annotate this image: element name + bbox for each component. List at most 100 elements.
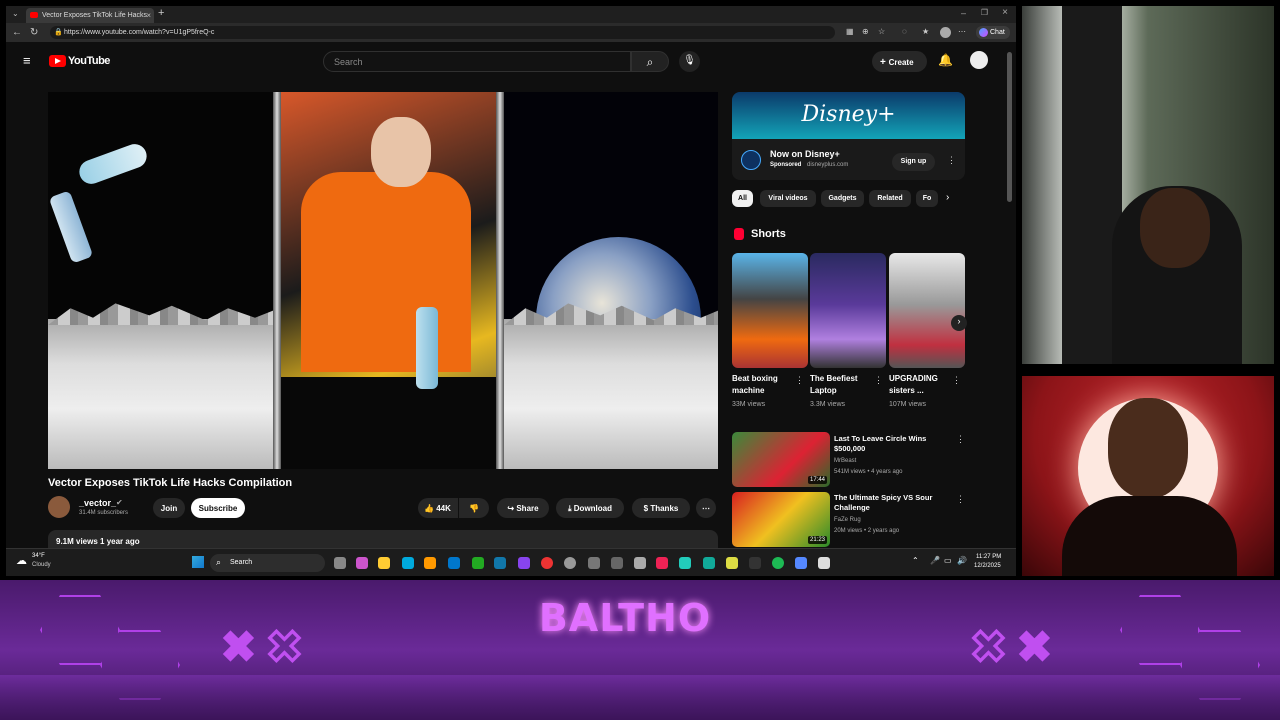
chip-more[interactable]: Fo	[916, 190, 938, 207]
microphone-tray-icon[interactable]: 🎤	[930, 556, 940, 565]
more-icon[interactable]: ⋯	[958, 27, 966, 36]
related-thumbnail-2[interactable]: 21:23	[732, 492, 830, 547]
short-menu-icon[interactable]: ⋮	[874, 375, 883, 386]
short-thumbnail-2[interactable]	[810, 253, 886, 368]
video-player[interactable]	[48, 92, 718, 469]
search-input[interactable]: Search	[323, 51, 631, 72]
chip-gadgets[interactable]: Gadgets	[821, 190, 864, 207]
network-icon[interactable]: ▭	[944, 556, 952, 565]
short-title-2[interactable]: The Beefiest Laptop	[810, 373, 874, 397]
task-view-icon[interactable]	[334, 557, 346, 569]
url-field[interactable]: 🔒 https://www.youtube.com/watch?v=U1gP5f…	[50, 26, 835, 39]
join-button[interactable]: Join	[153, 498, 185, 518]
restore-icon[interactable]: ❐	[981, 8, 988, 17]
close-window-icon[interactable]: ×	[1002, 7, 1008, 18]
refresh-icon[interactable]: ↻	[30, 27, 38, 38]
search-button[interactable]: ⌕	[631, 51, 669, 72]
app-icon[interactable]	[818, 557, 830, 569]
app-icon[interactable]	[518, 557, 530, 569]
app-icon[interactable]	[634, 557, 646, 569]
sync-icon[interactable]: ◌	[902, 27, 907, 36]
dislike-button[interactable]: 👎	[459, 498, 489, 518]
app-icon[interactable]	[356, 557, 368, 569]
minimize-icon[interactable]: –	[961, 8, 966, 18]
profile-icon[interactable]	[940, 27, 951, 38]
download-button[interactable]: ⤓ Download	[556, 498, 624, 518]
clock-date[interactable]: 12/2/2025	[974, 563, 1001, 569]
file-explorer-icon[interactable]	[378, 557, 390, 569]
create-button[interactable]: + Create	[872, 51, 927, 72]
hamburger-menu-icon[interactable]: ≡	[23, 53, 31, 68]
channel-name[interactable]: _vector_	[79, 498, 116, 508]
windows-start-icon[interactable]	[192, 556, 204, 568]
outlook-icon[interactable]	[448, 557, 460, 569]
app-icon[interactable]	[726, 557, 738, 569]
youtube-logo-text[interactable]: YouTube	[68, 55, 110, 67]
notifications-bell-icon[interactable]: 🔔	[938, 53, 953, 67]
weather-condition[interactable]: Cloudy	[32, 562, 51, 568]
short-thumbnail-1[interactable]	[732, 253, 808, 368]
short-title-3[interactable]: UPGRADING sisters ...	[889, 373, 953, 397]
new-tab-icon[interactable]: +	[158, 7, 164, 19]
app-icon[interactable]	[564, 557, 576, 569]
chip-related[interactable]: Related	[869, 190, 911, 207]
epic-games-icon[interactable]	[749, 557, 761, 569]
app-icon[interactable]	[703, 557, 715, 569]
like-button[interactable]: 👍 44K	[418, 498, 458, 518]
chips-next-icon[interactable]: ›	[946, 192, 949, 203]
channel-avatar[interactable]	[48, 496, 70, 518]
back-icon[interactable]: ←	[12, 27, 22, 38]
shorts-next-button[interactable]: ›	[951, 315, 967, 331]
related-title-2[interactable]: The Ultimate Spicy VS Sour Challenge	[834, 493, 938, 513]
tab-menu-icon[interactable]: ⌄	[12, 9, 19, 18]
chrome-icon[interactable]	[541, 557, 553, 569]
voice-search-button[interactable]: 🎙	[679, 51, 700, 72]
spotify-icon[interactable]	[772, 557, 784, 569]
chip-all[interactable]: All	[732, 190, 753, 207]
edge-icon[interactable]	[402, 557, 414, 569]
more-actions-button[interactable]: ⋯	[696, 498, 716, 518]
related-channel-1[interactable]: MrBeast	[834, 458, 856, 464]
steam-icon[interactable]	[494, 557, 506, 569]
account-avatar[interactable]	[970, 51, 988, 69]
short-menu-icon[interactable]: ⋮	[952, 375, 961, 386]
reader-icon[interactable]: ▦	[846, 27, 854, 36]
volume-icon[interactable]: 🔊	[957, 556, 967, 565]
sponsored-ad[interactable]: Disney+ Now on Disney+ Sponsored disneyp…	[732, 92, 965, 180]
related-thumbnail-1[interactable]: 17:44	[732, 432, 830, 487]
related-title-1[interactable]: Last To Leave Circle Wins $500,000	[834, 434, 938, 454]
ad-signup-button[interactable]: Sign up	[892, 153, 935, 171]
ad-menu-icon[interactable]: ⋮	[947, 155, 956, 166]
page-scrollbar[interactable]	[1007, 52, 1012, 202]
thanks-button[interactable]: $ Thanks	[632, 498, 690, 518]
chip-viral-videos[interactable]: Viral videos	[760, 190, 816, 207]
app-icon[interactable]	[588, 557, 600, 569]
youtube-logo-icon[interactable]	[49, 55, 66, 67]
copilot-chat-button[interactable]: Chat	[976, 26, 1010, 39]
ad-title[interactable]: Now on Disney+	[770, 149, 840, 159]
short-title-1[interactable]: Beat boxing machine	[732, 373, 796, 397]
weather-temp[interactable]: 34°F	[32, 553, 45, 559]
short-menu-icon[interactable]: ⋮	[795, 375, 804, 386]
related-menu-icon[interactable]: ⋮	[956, 494, 965, 505]
short-thumbnail-3[interactable]	[889, 253, 965, 368]
xbox-icon[interactable]	[472, 557, 484, 569]
tiktok-icon[interactable]	[656, 557, 668, 569]
app-icon[interactable]	[611, 557, 623, 569]
taskbar-search[interactable]: ⌕ Search	[210, 554, 325, 572]
favorite-icon[interactable]: ☆	[878, 27, 885, 36]
app-icon[interactable]	[679, 557, 691, 569]
zoom-icon[interactable]: ⊕	[862, 27, 869, 36]
tab-active[interactable]: Vector Exposes TikTok Life Hacks ×	[26, 8, 154, 23]
tray-chevron-icon[interactable]: ⌃	[912, 556, 919, 565]
favorites-bar-icon[interactable]: ★	[922, 27, 929, 36]
disney-plus-banner[interactable]: Disney+	[732, 92, 965, 139]
clock-time[interactable]: 11:27 PM	[976, 554, 1001, 560]
related-channel-2[interactable]: FaZe Rug	[834, 517, 861, 523]
related-menu-icon[interactable]: ⋮	[956, 434, 965, 445]
store-icon[interactable]	[424, 557, 436, 569]
subscribe-button[interactable]: Subscribe	[191, 498, 245, 518]
discord-icon[interactable]	[795, 557, 807, 569]
close-tab-icon[interactable]: ×	[146, 11, 151, 20]
share-button[interactable]: ↪ Share	[497, 498, 549, 518]
